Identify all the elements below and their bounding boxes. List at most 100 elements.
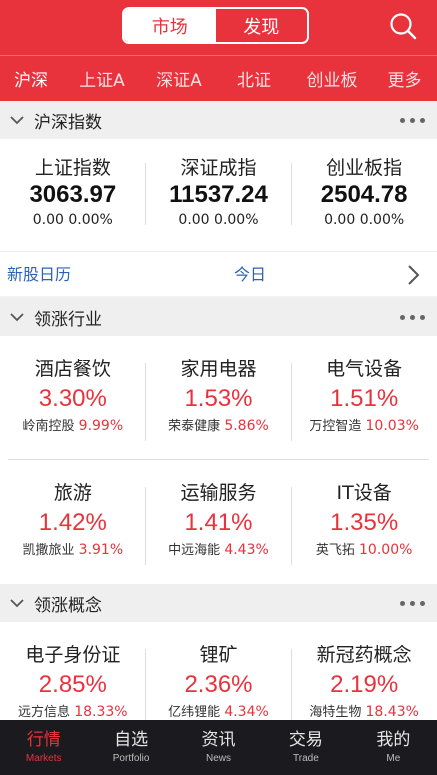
concept-card[interactable]: 新冠药概念 2.19% 海特生物 18.43% [291,642,437,720]
stock-name: 中远海能 [168,543,221,558]
index-name: 深证成指 [180,157,257,179]
leading-stock: 海特生物 18.43% [291,702,437,720]
market-tabs: 沪深 上证A 深证A 北证 创业板 更多 [0,55,437,101]
nav-label: 资讯 [201,730,236,750]
stock-pct: 4.43% [224,542,269,558]
nav-portfolio[interactable]: 自选 Portfolio [87,720,174,775]
more-dots-icon[interactable] [400,584,425,622]
industry-section-header[interactable]: 领涨行业 [0,298,437,336]
tab-more[interactable]: 更多 [372,66,437,91]
index-name: 上证指数 [34,157,111,179]
nav-me[interactable]: 我的 Me [350,720,437,775]
stock-pct: 3.91% [78,542,124,558]
industry-card[interactable]: 电气设备 1.51% 万控智造 10.03% [291,356,437,437]
market-discover-switch: 市场 发现 [122,7,309,44]
industry-panel: 酒店餐饮 3.30% 岭南控股 9.99% 家用电器 1.53% 荣泰健康 5.… [0,336,437,584]
section-title: 沪深指数 [34,112,102,133]
concept-pct: 2.85% [38,671,107,698]
leading-stock: 凯撒旅业 3.91% [0,540,146,561]
stock-pct: 4.34% [224,704,269,720]
bottom-nav: 行情 Markets 自选 Portfolio 资讯 News 交易 Trade… [0,720,437,775]
tab-beizheng[interactable]: 北证 [216,66,292,91]
divider [8,459,429,460]
ipo-calendar-row[interactable]: 新股日历 今日 [0,251,437,296]
indices-section-header[interactable]: 沪深指数 [0,101,437,139]
leading-stock: 远方信息 18.33% [0,702,146,720]
divider [291,163,292,225]
leading-stock: 荣泰健康 5.86% [146,416,292,437]
industry-pct: 1.35% [330,509,399,536]
nav-sublabel: Portfolio [112,753,150,764]
divider [145,649,146,720]
index-card[interactable]: 上证指数 3063.97 0.00 0.00% [0,156,146,230]
index-value: 2504.78 [320,181,408,208]
industry-card[interactable]: IT设备 1.35% 英飞拓 10.00% [291,480,437,561]
top-header: 市场 发现 [0,0,437,55]
industry-name: 家用电器 [180,358,257,380]
stock-pct: 18.33% [74,704,128,720]
search-icon[interactable] [389,12,417,40]
nav-label: 行情 [26,730,61,750]
seg-discover[interactable]: 发现 [216,9,308,42]
ipo-today-label[interactable]: 今日 [234,252,266,297]
tab-hushen[interactable]: 沪深 [0,66,62,91]
nav-sublabel: Trade [293,753,319,764]
stock-name: 万控智造 [309,419,362,434]
stock-name: 亿纬锂能 [168,705,221,720]
index-card[interactable]: 创业板指 2504.78 0.00 0.00% [291,156,437,230]
more-dots-icon[interactable] [400,101,425,139]
tab-shenzhen-a[interactable]: 深证A [142,66,216,91]
concept-card[interactable]: 锂矿 2.36% 亿纬锂能 4.34% [146,642,292,720]
section-title: 领涨行业 [34,309,102,330]
nav-label: 我的 [376,730,411,750]
industry-card[interactable]: 家用电器 1.53% 荣泰健康 5.86% [146,356,292,437]
index-value: 3063.97 [29,181,117,208]
nav-news[interactable]: 资讯 News [175,720,262,775]
concept-name: 新冠药概念 [316,644,412,666]
industry-name: 电气设备 [326,358,403,380]
industry-pct: 3.30% [38,385,107,412]
leading-stock: 中远海能 4.43% [146,540,292,561]
index-change: 0.00 0.00% [324,212,405,228]
stock-name: 英飞拓 [315,543,355,558]
stock-name: 远方信息 [18,705,71,720]
concept-pct: 2.19% [330,671,399,698]
divider [145,363,146,441]
divider [145,487,146,565]
concept-card[interactable]: 电子身份证 2.85% 远方信息 18.33% [0,642,146,720]
concept-name: 锂矿 [199,644,238,666]
chevron-down-icon [0,298,34,336]
industry-name: IT设备 [336,482,392,504]
tab-chuangye[interactable]: 创业板 [292,66,372,91]
stock-pct: 9.99% [78,418,124,434]
chevron-down-icon [0,101,34,139]
tab-shanghai-a[interactable]: 上证A [62,66,142,91]
index-name: 创业板指 [326,157,403,179]
leading-stock: 亿纬锂能 4.34% [146,702,292,720]
industry-card[interactable]: 酒店餐饮 3.30% 岭南控股 9.99% [0,356,146,437]
stock-pct: 10.00% [359,542,413,558]
more-dots-icon[interactable] [400,298,425,336]
industry-pct: 1.51% [330,385,399,412]
industry-card[interactable]: 旅游 1.42% 凯撒旅业 3.91% [0,480,146,561]
nav-markets[interactable]: 行情 Markets [0,720,87,775]
seg-market[interactable]: 市场 [124,9,216,42]
divider [291,487,292,565]
concept-panel: 电子身份证 2.85% 远方信息 18.33% 锂矿 2.36% 亿纬锂能 4.… [0,622,437,720]
industry-card[interactable]: 运输服务 1.41% 中远海能 4.43% [146,480,292,561]
chevron-right-icon[interactable] [405,264,421,286]
nav-trade[interactable]: 交易 Trade [262,720,349,775]
nav-sublabel: News [206,753,232,764]
nav-label: 交易 [288,730,323,750]
industry-name: 酒店餐饮 [34,358,111,380]
nav-sublabel: Markets [25,753,62,764]
nav-sublabel: Me [386,753,401,764]
ipo-calendar-label[interactable]: 新股日历 [7,252,71,297]
concept-section-header[interactable]: 领涨概念 [0,584,437,622]
divider [291,363,292,441]
indices-panel: 上证指数 3063.97 0.00 0.00% 深证成指 11537.24 0.… [0,139,437,251]
stock-pct: 5.86% [224,418,269,434]
index-card[interactable]: 深证成指 11537.24 0.00 0.00% [146,156,292,230]
stock-name: 凯撒旅业 [22,543,75,558]
industry-name: 旅游 [53,482,92,504]
